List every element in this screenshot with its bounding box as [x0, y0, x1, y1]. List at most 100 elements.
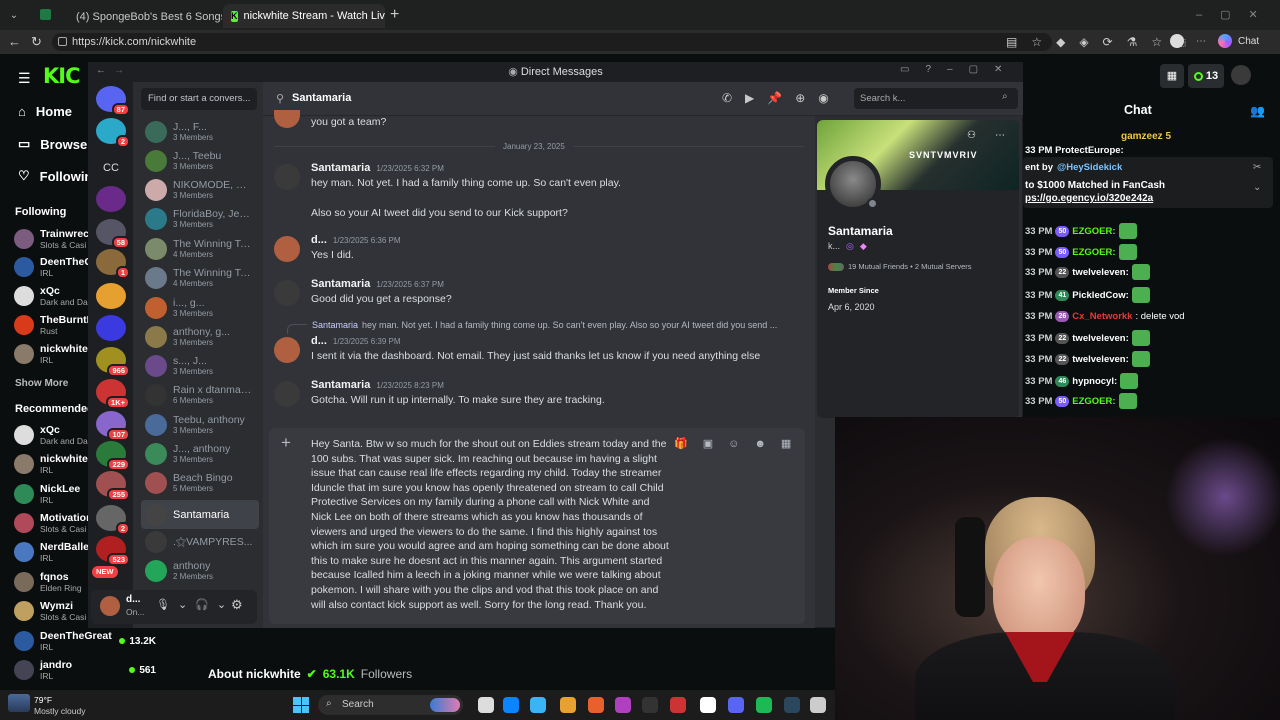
kick-logo[interactable]: KIC [43, 64, 80, 88]
chat-username[interactable]: twelveleven: [1072, 354, 1129, 365]
chat-username[interactable]: Cx_Networkk [1072, 311, 1132, 322]
mutuals[interactable]: 19 Mutual Friends • 2 Mutual Servers [828, 262, 972, 271]
dm-search-input[interactable]: Find or start a convers... [141, 88, 257, 110]
dm-item[interactable]: i..., g... 3 Members [141, 293, 259, 322]
dm-item[interactable]: Teebu, anthony 3 Members [141, 410, 259, 439]
more-options-icon[interactable]: ⋯ [995, 130, 1005, 141]
voice-controls[interactable]: 🎙⌄🎧⌄ [156, 598, 234, 611]
recommended-channel[interactable]: DeenTheGreat IRL 13.2K [14, 627, 194, 655]
reply-reference[interactable]: Santamaria hey man. Not yet. I had a fami… [312, 320, 777, 330]
add-friend-icon[interactable]: ⚇ [967, 130, 976, 141]
server-icon[interactable]: 255 [96, 471, 130, 501]
dm-item[interactable]: Rain x dtanmanb... 6 Members [141, 380, 259, 409]
taskbar-app-icon[interactable] [756, 697, 772, 713]
server-icon[interactable]: 107 [96, 411, 130, 441]
menu-icon[interactable]: ☰ [18, 70, 31, 87]
dm-item[interactable]: The Winning Te... 4 Members [141, 263, 259, 292]
settings-gear-icon[interactable]: ⚙ [231, 597, 243, 613]
dm-item[interactable]: J..., anthony 3 Members [141, 439, 259, 468]
nav-back-icon[interactable]: ← [96, 65, 106, 76]
taskbar-app-icon[interactable] [810, 697, 826, 713]
profile-avatar[interactable] [1170, 34, 1184, 48]
dm-item[interactable]: NIKOMODE, Ba... 3 Members [141, 175, 259, 204]
server-icon[interactable]: 2 [96, 505, 130, 535]
server-icon[interactable]: 58 [96, 219, 130, 249]
discord-window-controls[interactable]: ▭?–▢✕ [900, 64, 1018, 75]
window-controls[interactable]: –▢✕ [1196, 8, 1276, 21]
server-icon[interactable]: 966 [96, 347, 130, 377]
message-author[interactable]: Santamaria [311, 379, 370, 391]
windows-start-icon[interactable] [293, 697, 309, 713]
chat-username[interactable]: twelveleven: [1072, 267, 1129, 278]
taskbar-app-icon[interactable] [503, 697, 519, 713]
server-icon[interactable]: CC [96, 155, 126, 181]
dm-item[interactable]: .⚝VAMPYRES... [141, 527, 259, 556]
taskbar-app-icon[interactable] [670, 697, 686, 713]
message-draft[interactable]: Hey Santa. Btw w so much for the shout o… [311, 437, 671, 612]
viewer-count-button[interactable]: 13 [1188, 64, 1224, 88]
message-author[interactable]: Santamaria [311, 162, 370, 174]
server-icon[interactable] [96, 315, 126, 341]
chat-username[interactable]: EZGOER: [1072, 247, 1115, 258]
header-action-icons[interactable]: ✆▶📌⊕◉ [722, 91, 842, 105]
dm-item[interactable]: s..., J... 3 Members [141, 351, 259, 380]
chat-label[interactable]: Chat [1238, 36, 1259, 47]
server-icon[interactable]: 1 [96, 249, 130, 279]
back-icon[interactable]: ← [8, 34, 21, 49]
server-icon[interactable]: 2 [96, 118, 130, 148]
self-avatar[interactable] [100, 596, 120, 616]
dm-item[interactable]: J..., F... 3 Members [141, 117, 259, 146]
tab-actions-chevron-icon[interactable]: ⌄ [6, 8, 22, 22]
chat-username[interactable]: EZGOER: [1072, 396, 1115, 407]
add-attachment-icon[interactable]: + [281, 433, 291, 453]
server-icon[interactable]: 229 [96, 441, 130, 471]
dm-item[interactable]: anthony 2 Members [141, 556, 259, 585]
dm-item[interactable]: anthony, g... 3 Members [141, 322, 259, 351]
taskbar-app-icon[interactable] [560, 697, 576, 713]
dm-item[interactable]: J..., Teebu 3 Members [141, 146, 259, 175]
recommended-channel[interactable]: jandro IRL 561 [14, 656, 194, 684]
copilot-icon[interactable] [1218, 34, 1232, 48]
taskbar-app-icon[interactable] [530, 697, 546, 713]
nav-home[interactable]: ⌂ Home [18, 104, 72, 119]
new-tab-icon[interactable]: + [390, 6, 399, 24]
dm-item[interactable]: The Winning Te... 4 Members [141, 234, 259, 263]
url-input[interactable]: https://kick.com/nickwhite [52, 33, 1052, 51]
taskbar-app-icon[interactable] [728, 697, 744, 713]
tab-spongebob[interactable]: (4) SpongeBob's Best 6 Songs 🇫🇷 ✕ [62, 4, 222, 28]
dm-item[interactable]: FloridaBoy, Jed... 3 Members [141, 204, 259, 233]
server-icon[interactable] [96, 186, 126, 212]
message-author[interactable]: d... [311, 335, 327, 347]
server-icon[interactable]: 1K+ [96, 379, 130, 409]
refresh-icon[interactable]: ↻ [31, 34, 42, 50]
user-avatar[interactable] [1231, 65, 1251, 85]
dm-item[interactable]: Beach Bingo 5 Members [141, 468, 259, 497]
taskbar-app-icon[interactable] [588, 697, 604, 713]
pinned-link[interactable]: ps://go.egency.io/320e242a [1025, 193, 1153, 204]
dm-item[interactable]: Santamaria [141, 500, 259, 529]
site-info-icon[interactable] [58, 37, 67, 46]
server-icon[interactable] [96, 283, 126, 309]
nav-forward-icon[interactable]: → [114, 65, 124, 76]
server-icon[interactable]: 523 [96, 536, 130, 566]
weather-icon[interactable] [8, 694, 30, 712]
chat-username[interactable]: hypnocyl: [1072, 376, 1117, 387]
chat-username[interactable]: twelveleven: [1072, 333, 1129, 344]
nav-browse[interactable]: ▭ Browse [18, 136, 87, 152]
chat-username[interactable]: EZGOER: [1072, 226, 1115, 237]
input-action-icons[interactable]: 🎁▣☺☻▦ [674, 437, 806, 450]
taskbar-app-icon[interactable] [615, 697, 631, 713]
message-author[interactable]: d... [311, 234, 327, 246]
chat-users-icon[interactable]: 👥 [1250, 104, 1265, 118]
chevron-down-icon[interactable]: ⌄ [1253, 182, 1261, 193]
more-icon[interactable]: ⋯ [1196, 36, 1206, 47]
taskbar-app-icon[interactable] [700, 697, 716, 713]
tab-favicon-sheets-icon[interactable] [40, 9, 51, 20]
tab-kick[interactable]: K nickwhite Stream - Watch Live on ✕ [223, 4, 385, 28]
message-author[interactable]: Santamaria [311, 278, 370, 290]
chat-username[interactable]: PickledCow: [1072, 290, 1129, 301]
server-icon[interactable]: 87 [96, 86, 130, 116]
show-more-link[interactable]: Show More [15, 378, 68, 389]
taskbar-app-icon[interactable] [478, 697, 494, 713]
taskbar-app-icon[interactable] [784, 697, 800, 713]
